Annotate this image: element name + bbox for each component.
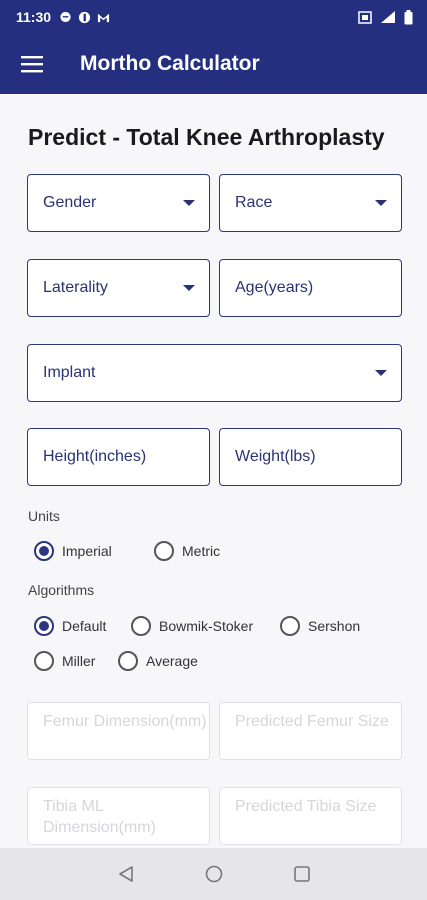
home-circle-icon[interactable] bbox=[205, 865, 223, 883]
caret-down-icon bbox=[375, 200, 387, 206]
back-triangle-icon[interactable] bbox=[117, 865, 135, 883]
laterality-dropdown[interactable]: Laterality bbox=[27, 259, 210, 317]
average-label: Average bbox=[146, 653, 198, 669]
radio-unselected-icon bbox=[154, 541, 174, 561]
algorithm-miller-radio[interactable]: Miller bbox=[34, 651, 95, 671]
gender-label: Gender bbox=[43, 194, 97, 211]
app-notification-icon bbox=[78, 11, 91, 23]
race-label: Race bbox=[235, 194, 273, 211]
caret-down-icon bbox=[183, 200, 195, 206]
weight-input[interactable]: Weight(lbs) bbox=[219, 428, 402, 486]
race-dropdown[interactable]: Race bbox=[219, 174, 402, 232]
page-title: Predict - Total Knee Arthroplasty bbox=[28, 124, 385, 150]
height-placeholder: Height(inches) bbox=[43, 448, 147, 465]
units-imperial-radio[interactable]: Imperial bbox=[34, 541, 112, 561]
predicted-femur-size-output: Predicted Femur Size bbox=[219, 702, 402, 760]
algorithms-label: Algorithms bbox=[28, 582, 95, 598]
tibia-ml-dimension-placeholder: Tibia ML Dimension(mm) bbox=[43, 798, 156, 836]
signal-icon bbox=[381, 11, 395, 23]
system-nav-bar bbox=[0, 848, 427, 900]
radio-unselected-icon bbox=[118, 651, 138, 671]
algorithm-default-radio[interactable]: Default bbox=[34, 616, 106, 636]
battery-icon bbox=[404, 9, 413, 24]
default-label: Default bbox=[62, 618, 107, 634]
weight-placeholder: Weight(lbs) bbox=[235, 448, 316, 465]
radio-unselected-icon bbox=[280, 616, 300, 636]
gender-dropdown[interactable]: Gender bbox=[27, 174, 210, 232]
caret-down-icon bbox=[183, 285, 195, 291]
predicted-tibia-size-placeholder: Predicted Tibia Size bbox=[235, 798, 377, 815]
age-input[interactable]: Age(years) bbox=[219, 259, 402, 317]
vibrate-icon bbox=[358, 10, 372, 24]
metric-label: Metric bbox=[182, 543, 221, 559]
status-time: 11:30 bbox=[16, 9, 52, 25]
bowmik-stoker-label: Bowmik-Stoker bbox=[159, 618, 254, 634]
radio-selected-icon bbox=[34, 541, 54, 561]
algorithm-bowmik-stoker-radio[interactable]: Bowmik-Stoker bbox=[131, 616, 253, 636]
implant-dropdown[interactable]: Implant bbox=[27, 344, 402, 402]
status-bar: 11:30 bbox=[0, 0, 427, 34]
recents-square-icon[interactable] bbox=[293, 865, 311, 883]
units-label: Units bbox=[28, 508, 60, 524]
femur-dimension-output: Femur Dimension(mm) bbox=[27, 702, 210, 760]
imperial-label: Imperial bbox=[62, 543, 112, 559]
radio-unselected-icon bbox=[34, 651, 54, 671]
gmail-icon bbox=[97, 13, 110, 22]
hamburger-menu-icon bbox=[21, 56, 43, 73]
sershon-label: Sershon bbox=[308, 618, 361, 634]
implant-label: Implant bbox=[43, 364, 96, 381]
age-placeholder: Age(years) bbox=[235, 279, 314, 296]
menu-button[interactable] bbox=[2, 34, 62, 94]
laterality-label: Laterality bbox=[43, 279, 108, 296]
femur-dimension-placeholder: Femur Dimension(mm) bbox=[43, 713, 207, 730]
miller-label: Miller bbox=[62, 653, 96, 669]
tibia-ml-dimension-output: Tibia ML Dimension(mm) bbox=[27, 787, 210, 845]
predicted-tibia-size-output: Predicted Tibia Size bbox=[219, 787, 402, 845]
height-input[interactable]: Height(inches) bbox=[27, 428, 210, 486]
radio-selected-icon bbox=[34, 616, 54, 636]
message-icon bbox=[60, 11, 71, 22]
radio-unselected-icon bbox=[131, 616, 151, 636]
algorithm-sershon-radio[interactable]: Sershon bbox=[280, 616, 360, 636]
units-metric-radio[interactable]: Metric bbox=[154, 541, 220, 561]
predicted-femur-size-placeholder: Predicted Femur Size bbox=[235, 713, 389, 730]
app-bar: Mortho Calculator bbox=[0, 34, 427, 94]
app-title: Mortho Calculator bbox=[80, 52, 260, 75]
caret-down-icon bbox=[375, 370, 387, 376]
algorithm-average-radio[interactable]: Average bbox=[118, 651, 198, 671]
